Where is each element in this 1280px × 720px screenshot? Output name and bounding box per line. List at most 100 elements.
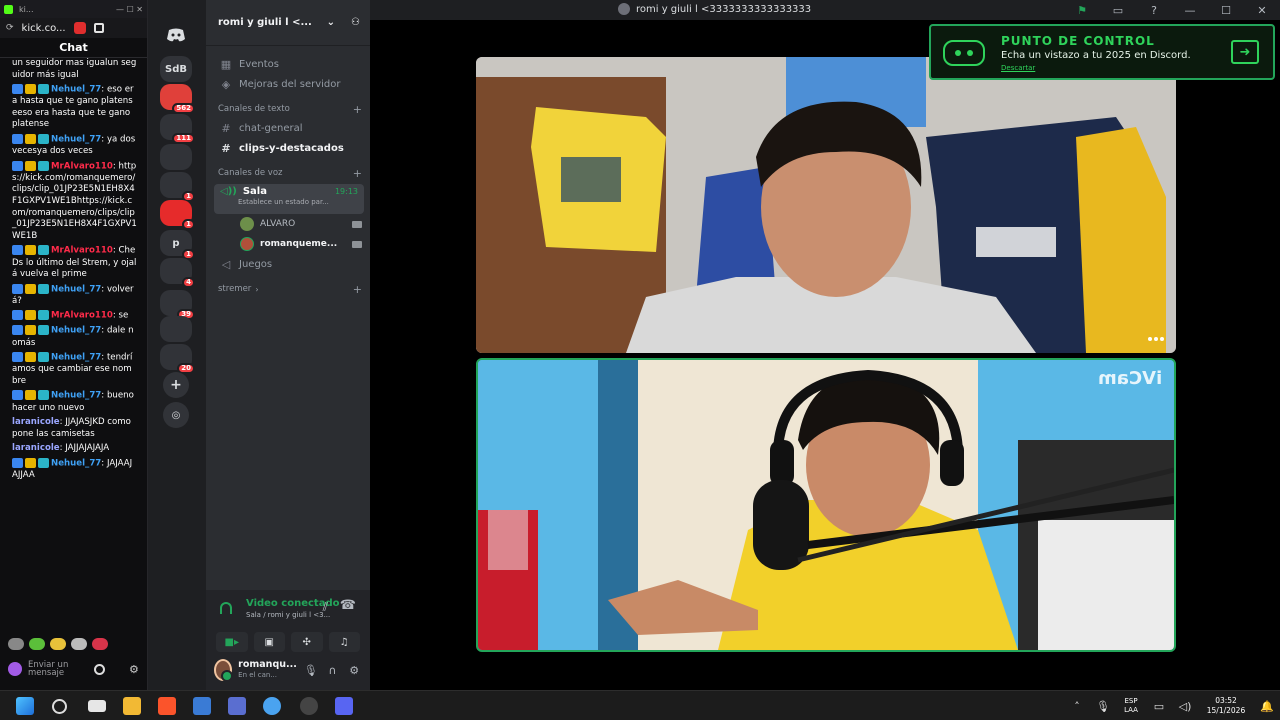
- voice-channel-juegos[interactable]: ◁ Juegos: [206, 254, 370, 274]
- steam-icon[interactable]: [300, 697, 318, 715]
- server-icon[interactable]: 1: [160, 200, 195, 230]
- emote-icon[interactable]: [8, 638, 24, 650]
- app-icon[interactable]: [263, 697, 281, 715]
- server-header[interactable]: romi y giuli l <... ⌄ ⚇: [206, 0, 370, 46]
- invite-people-icon[interactable]: ⚇: [351, 17, 360, 28]
- server-icon[interactable]: p1: [160, 230, 195, 260]
- screen-share-button[interactable]: ▣: [253, 632, 285, 652]
- video-tile-alvaro[interactable]: [476, 57, 1176, 353]
- maximize-button[interactable]: ☐: [1208, 4, 1244, 17]
- file-explorer-icon[interactable]: [123, 697, 141, 715]
- emote-icon[interactable]: [50, 638, 66, 650]
- chat-input[interactable]: Enviar un mensaje ⚙: [8, 656, 143, 682]
- store-icon[interactable]: [193, 697, 211, 715]
- voice-category-label[interactable]: Canales de voz: [218, 168, 282, 178]
- emote-icon[interactable]: [92, 638, 108, 650]
- chat-username[interactable]: Nehuel_77: [51, 458, 101, 468]
- emote-bar[interactable]: [8, 638, 108, 650]
- signal-icon[interactable]: [220, 602, 232, 614]
- chat-username[interactable]: Nehuel_77: [51, 353, 101, 363]
- emoji-icon[interactable]: [94, 663, 105, 675]
- chat-username[interactable]: MrAlvaro110: [51, 161, 113, 171]
- add-channel-icon[interactable]: +: [353, 167, 362, 180]
- chat-username[interactable]: laranicole: [12, 417, 60, 427]
- voice-connected-subtitle[interactable]: Sala / romi y giuli l <3...: [246, 611, 330, 619]
- dismiss-link[interactable]: Descartar: [1001, 64, 1035, 72]
- clock-time[interactable]: 03:52: [1215, 696, 1237, 705]
- headphones-icon[interactable]: ∩: [325, 664, 341, 677]
- chat-username[interactable]: laranicole: [12, 443, 60, 453]
- language-indicator[interactable]: ESP LAA: [1116, 697, 1146, 715]
- voice-user-alvaro[interactable]: ALVARO: [206, 214, 370, 234]
- channel-clips-y-destacados[interactable]: # clips-y-destacados: [206, 138, 370, 158]
- lang-line1[interactable]: ESP: [1124, 697, 1137, 705]
- server-icon[interactable]: 4: [160, 258, 195, 288]
- events-item[interactable]: ▦ Eventos: [206, 54, 370, 74]
- chat-username[interactable]: Nehuel_77: [51, 326, 101, 336]
- chat-username[interactable]: MrAlvaro110: [51, 311, 113, 321]
- reload-icon[interactable]: ⟳: [6, 23, 14, 33]
- brave-browser-icon[interactable]: [158, 697, 176, 715]
- noise-suppression-icon[interactable]: ⫽: [323, 600, 328, 615]
- search-icon[interactable]: [52, 699, 67, 714]
- lang-line2[interactable]: LAA: [1124, 706, 1138, 714]
- explore-icon[interactable]: ◎: [163, 402, 189, 428]
- calculator-icon[interactable]: [228, 697, 246, 715]
- notifications-icon[interactable]: 🔔: [1254, 700, 1280, 713]
- avatar[interactable]: [214, 659, 234, 682]
- help-icon[interactable]: ?: [1136, 4, 1172, 17]
- brave-shield-icon[interactable]: [73, 22, 86, 34]
- server-name[interactable]: romi y giuli l <...: [218, 17, 321, 28]
- add-channel-icon[interactable]: +: [353, 283, 362, 296]
- screen-icon[interactable]: ▭: [1100, 4, 1136, 17]
- server-icon[interactable]: 39: [160, 290, 195, 320]
- chevron-down-icon[interactable]: ⌄: [327, 17, 335, 28]
- server-icon[interactable]: 20: [160, 344, 195, 374]
- voice-user-romanquemero[interactable]: romanqueme...: [206, 234, 370, 254]
- address-text[interactable]: kick.co...: [22, 23, 66, 34]
- emote-icon[interactable]: [29, 638, 45, 650]
- disconnect-icon[interactable]: ☎: [340, 598, 356, 613]
- volume-icon[interactable]: ◁): [1172, 700, 1198, 713]
- chat-username[interactable]: Nehuel_77: [51, 284, 101, 294]
- user-name[interactable]: romanqu...: [238, 660, 297, 670]
- text-category[interactable]: Canales de texto +: [206, 100, 370, 118]
- voice-channel-sala[interactable]: ◁)) Sala 19:13 Establece un estado par..…: [214, 184, 364, 214]
- add-channel-icon[interactable]: +: [353, 103, 362, 116]
- chat-username[interactable]: Nehuel_77: [51, 391, 101, 401]
- chat-username[interactable]: Nehuel_77: [51, 135, 101, 145]
- voice-status[interactable]: Establece un estado par...: [238, 198, 358, 206]
- chevron-right-icon[interactable]: ›: [255, 285, 258, 294]
- chat-settings-icon[interactable]: ⚙: [129, 663, 139, 676]
- server-icon[interactable]: 1: [160, 172, 195, 202]
- stremer-category[interactable]: stremer › +: [206, 280, 370, 298]
- stremer-category-label[interactable]: stremer: [218, 284, 251, 294]
- close-button[interactable]: ✕: [1244, 4, 1280, 17]
- voice-category[interactable]: Canales de voz +: [206, 164, 370, 182]
- discord-taskbar-icon[interactable]: [335, 697, 353, 715]
- settings-gear-icon[interactable]: ⚙: [346, 664, 362, 677]
- arrow-right-icon[interactable]: ➜: [1231, 40, 1259, 64]
- quest-flag-icon[interactable]: ⚑: [1064, 4, 1100, 17]
- task-view-icon[interactable]: [88, 700, 106, 712]
- video-tile-romanquemero[interactable]: iVCam: [476, 358, 1176, 652]
- activities-button[interactable]: ✣: [291, 632, 323, 652]
- browser-address-bar[interactable]: ⟳ kick.co...: [0, 18, 147, 38]
- minimize-button[interactable]: —: [1172, 4, 1208, 17]
- extensions-icon[interactable]: [93, 23, 104, 33]
- emote-icon[interactable]: [71, 638, 87, 650]
- add-server-icon[interactable]: +: [163, 372, 189, 398]
- text-category-label[interactable]: Canales de texto: [218, 104, 290, 114]
- server-icon[interactable]: [160, 316, 192, 342]
- clock[interactable]: 03:52 15/1/2026: [1198, 696, 1254, 716]
- window-controls[interactable]: — ☐ ✕: [116, 5, 143, 14]
- microphone-icon[interactable]: [8, 662, 22, 676]
- clock-date[interactable]: 15/1/2026: [1207, 706, 1245, 715]
- server-icon[interactable]: 111: [160, 114, 195, 144]
- chat-username[interactable]: Nehuel_77: [51, 85, 101, 95]
- discord-home-icon[interactable]: [160, 22, 192, 48]
- server-icon[interactable]: [160, 144, 192, 170]
- checkpoint-notice[interactable]: PUNTO DE CONTROL Echa un vistazo a tu 20…: [929, 24, 1275, 80]
- server-icon[interactable]: SdB: [160, 56, 192, 82]
- soundboard-button[interactable]: ♫: [328, 632, 360, 652]
